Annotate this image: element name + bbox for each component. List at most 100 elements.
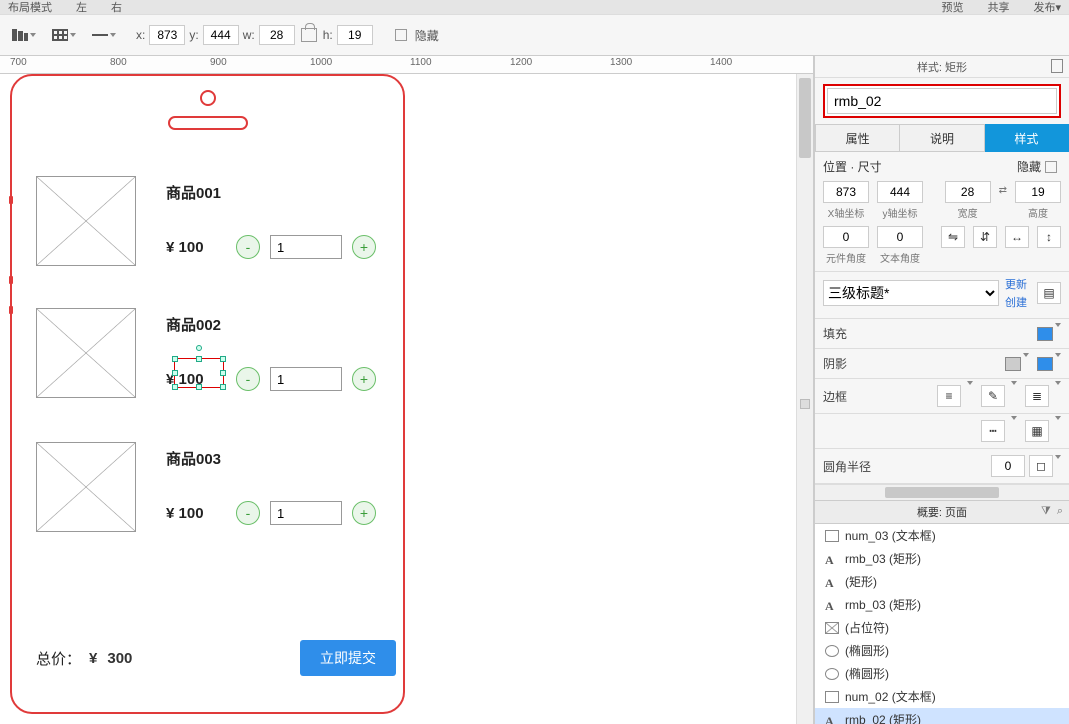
tab-properties[interactable]: 属性 [815, 124, 900, 152]
border-style-button[interactable]: ≡ [937, 385, 961, 407]
outline-item-label: num_02 (文本框) [845, 688, 936, 705]
align-icon [12, 29, 28, 41]
border-width-button[interactable]: ≣ [1025, 385, 1049, 407]
align-h-button[interactable]: ↔ [1005, 226, 1029, 248]
shadow-label: 阴影 [823, 355, 1005, 372]
border-dash-button[interactable]: ┅ [981, 420, 1005, 442]
outline-item[interactable]: Armb_02 (矩形) [815, 708, 1069, 724]
product-row: 商品001 ¥ 100 - + [36, 176, 396, 266]
border-label: 边框 [823, 388, 933, 405]
pos-y-input[interactable] [877, 181, 923, 203]
widget-name-input[interactable] [827, 88, 1057, 114]
outline-item-label: (矩形) [845, 573, 877, 590]
w-input[interactable] [259, 25, 295, 45]
decrement-button[interactable]: - [236, 235, 260, 259]
angle-el-input[interactable] [823, 226, 869, 248]
ruler-tick: 1200 [510, 57, 532, 68]
outline-item[interactable]: A (矩形) [815, 570, 1069, 593]
chevron-down-icon [110, 33, 116, 37]
quantity-input[interactable] [270, 501, 342, 525]
angle-txt-input[interactable] [877, 226, 923, 248]
outline-item[interactable]: num_02 (文本框) [815, 685, 1069, 708]
style-preset-select[interactable]: 三级标题* [823, 280, 999, 306]
link-create[interactable]: 创建 [1005, 294, 1027, 310]
A-icon: A [825, 576, 839, 588]
align-v-button[interactable]: ↕ [1037, 226, 1061, 248]
radius-input[interactable] [991, 455, 1025, 477]
hline-tool[interactable] [88, 26, 120, 44]
outline-item[interactable]: (椭圆形) [815, 639, 1069, 662]
search-icon[interactable]: ⌕ [1057, 505, 1063, 518]
menu-item[interactable]: 右 [111, 0, 122, 15]
panel-h-scrollbar[interactable] [815, 484, 1069, 500]
menu-preview[interactable]: 预览 [941, 0, 963, 15]
quantity-input[interactable] [270, 235, 342, 259]
product-price: ¥ 100 [166, 239, 226, 256]
outline-item[interactable]: (椭圆形) [815, 662, 1069, 685]
h-input[interactable] [337, 25, 373, 45]
fill-swatch[interactable] [1037, 327, 1053, 341]
outline-item[interactable]: Armb_03 (矩形) [815, 547, 1069, 570]
image-placeholder[interactable] [36, 176, 136, 266]
decrement-button[interactable]: - [236, 501, 260, 525]
vertical-scrollbar[interactable] [796, 74, 813, 724]
menu-item[interactable]: 布局模式 [8, 0, 52, 15]
pos-w-input[interactable] [945, 181, 991, 203]
A-icon: A [825, 599, 839, 611]
outline-item-label: rmb_02 (矩形) [845, 711, 921, 724]
outline-item[interactable]: num_03 (文本框) [815, 524, 1069, 547]
lock-aspect-icon[interactable] [301, 28, 317, 42]
hide-label: 隐藏 [1017, 158, 1041, 175]
outline-item[interactable]: Armb_03 (矩形) [815, 593, 1069, 616]
canvas-area[interactable]: 700 800 900 1000 1100 1200 1300 1400 商品0… [0, 56, 814, 724]
menu-publish[interactable]: 发布▾ [1033, 0, 1061, 15]
hide-checkbox[interactable] [395, 29, 407, 41]
image-placeholder[interactable] [36, 308, 136, 398]
tab-notes[interactable]: 说明 [900, 124, 984, 152]
menu-share[interactable]: 共享 [987, 0, 1009, 15]
outline-item[interactable]: (占位符) [815, 616, 1069, 639]
page-icon[interactable] [1051, 59, 1063, 73]
decrement-button[interactable]: - [236, 367, 260, 391]
pos-h-input[interactable] [1015, 181, 1061, 203]
outline-tree[interactable]: num_03 (文本框)Armb_03 (矩形)A(矩形)Armb_03 (矩形… [815, 524, 1069, 724]
flip-h-button[interactable]: ⇋ [941, 226, 965, 248]
filter-icon[interactable]: ⧩ [1041, 505, 1051, 518]
link-wh-icon[interactable]: ⇄ [999, 185, 1007, 196]
increment-button[interactable]: + [352, 235, 376, 259]
menu-item[interactable]: 左 [76, 0, 87, 15]
total-label: 总价： [36, 648, 81, 669]
flip-v-button[interactable]: ⇵ [973, 226, 997, 248]
align-tool[interactable] [8, 26, 40, 44]
shadow-inner-swatch[interactable] [1037, 357, 1053, 371]
radius-corners-button[interactable]: ◻ [1029, 455, 1053, 477]
y-input[interactable] [203, 25, 239, 45]
image-placeholder[interactable] [36, 442, 136, 532]
hide-label: 隐藏 [415, 27, 439, 44]
A-icon: A [825, 714, 839, 724]
cap: 文本角度 [877, 250, 923, 265]
distribute-tool[interactable] [48, 26, 80, 44]
rect-icon [825, 691, 839, 703]
border-color-button[interactable]: ✎ [981, 385, 1005, 407]
submit-button[interactable]: 立即提交 [300, 640, 396, 676]
cap: 宽度 [945, 205, 991, 220]
ruler-tick: 800 [110, 57, 127, 68]
style-more-button[interactable]: ▤ [1037, 282, 1061, 304]
increment-button[interactable]: + [352, 501, 376, 525]
circ-icon [825, 668, 839, 680]
pos-x-input[interactable] [823, 181, 869, 203]
hide-checkbox[interactable] [1045, 161, 1057, 173]
x-input[interactable] [149, 25, 185, 45]
tab-style[interactable]: 样式 [985, 124, 1069, 152]
border-sides-button[interactable]: ▦ [1025, 420, 1049, 442]
shadow-outer-swatch[interactable] [1005, 357, 1021, 371]
link-update[interactable]: 更新 [1005, 276, 1027, 292]
cap: 高度 [1015, 205, 1061, 220]
increment-button[interactable]: + [352, 367, 376, 391]
menu-bar: 布局模式 左 右 预览 共享 发布▾ [0, 0, 1069, 14]
rect-icon [825, 530, 839, 542]
quantity-input[interactable] [270, 367, 342, 391]
phone-frame: 商品001 ¥ 100 - + 商品002 ¥ 100 - [10, 74, 405, 714]
w-label: w: [243, 28, 255, 42]
